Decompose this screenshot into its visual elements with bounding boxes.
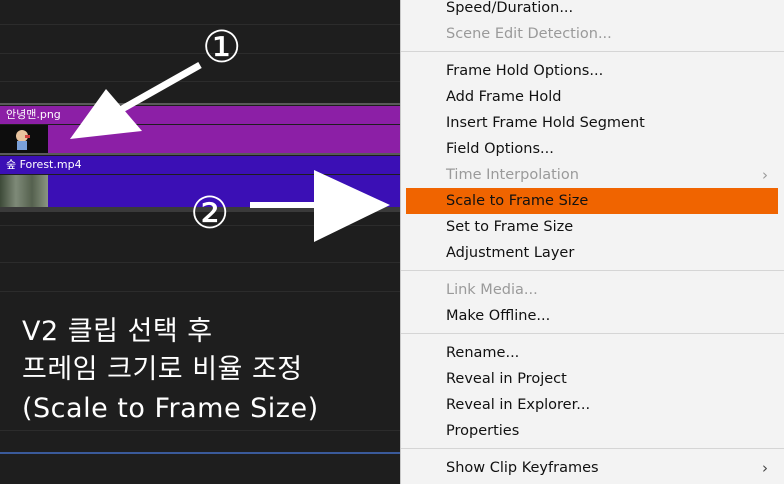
chevron-right-icon: › <box>762 459 768 477</box>
menu-separator <box>401 270 784 271</box>
step-marker-2: ② <box>190 188 230 239</box>
track-border <box>0 153 400 155</box>
menu-item-label: Field Options... <box>446 141 554 157</box>
clip-thumbnail <box>0 175 48 207</box>
menu-item-make-offline[interactable]: Make Offline... <box>406 303 778 329</box>
menu-item-label: Link Media... <box>446 282 538 298</box>
arrow-right-icon <box>250 170 390 242</box>
menu-item-scene-edit-detection: Scene Edit Detection... <box>406 21 778 47</box>
menu-item-label: Make Offline... <box>446 308 551 324</box>
menu-item-label: Scale to Frame Size <box>446 193 589 209</box>
track-divider <box>0 430 400 431</box>
menu-item-set-to-frame-size[interactable]: Set to Frame Size <box>406 214 778 240</box>
menu-item-label: Insert Frame Hold Segment <box>446 115 645 131</box>
menu-item-label: Rename... <box>446 345 520 361</box>
menu-item-label: Show Clip Keyframes <box>446 460 599 476</box>
menu-item-time-interpolation: Time Interpolation › <box>406 162 778 188</box>
menu-item-label: Reveal in Project <box>446 371 567 387</box>
menu-item-label: Set to Frame Size <box>446 219 574 235</box>
menu-item-label: Speed/Duration... <box>446 0 574 16</box>
menu-item-link-media: Link Media... <box>406 277 778 303</box>
menu-item-label: Add Frame Hold <box>446 89 562 105</box>
track-divider <box>0 291 400 292</box>
timeline-panel[interactable]: 안녕맨.png 숲 Forest.mp4 ① ② V2 클립 선택 후 프레임 … <box>0 0 400 484</box>
instruction-line-2: 프레임 크기로 비율 조정 <box>22 354 303 385</box>
menu-item-properties[interactable]: Properties <box>406 418 778 444</box>
menu-item-label: Adjustment Layer <box>446 245 575 261</box>
track-divider <box>0 452 400 454</box>
menu-item-label: Frame Hold Options... <box>446 63 604 79</box>
instruction-line-3: (Scale to Frame Size) <box>22 393 319 424</box>
arrow-down-left-icon <box>70 61 202 139</box>
clip-thumbnail <box>0 125 48 153</box>
track-divider <box>0 262 400 263</box>
menu-item-label: Properties <box>446 423 520 439</box>
menu-separator <box>401 448 784 449</box>
menu-item-frame-hold-options[interactable]: Frame Hold Options... <box>406 58 778 84</box>
instruction-line-1: V2 클립 선택 후 <box>22 316 213 347</box>
menu-item-adjustment-layer[interactable]: Adjustment Layer <box>406 240 778 266</box>
menu-item-speed-duration[interactable]: Speed/Duration... <box>406 0 778 21</box>
menu-item-reveal-in-project[interactable]: Reveal in Project <box>406 366 778 392</box>
clip-name: 안녕맨.png <box>6 108 61 121</box>
menu-item-show-clip-keyframes[interactable]: Show Clip Keyframes › <box>406 455 778 481</box>
menu-item-scale-to-frame-size[interactable]: Scale to Frame Size <box>406 188 778 214</box>
chevron-right-icon: › <box>762 166 768 184</box>
menu-separator <box>401 51 784 52</box>
menu-item-insert-frame-hold-segment[interactable]: Insert Frame Hold Segment <box>406 110 778 136</box>
menu-item-label: Reveal in Explorer... <box>446 397 591 413</box>
menu-item-field-options[interactable]: Field Options... <box>406 136 778 162</box>
menu-item-label: Time Interpolation <box>446 167 579 183</box>
track-divider <box>0 53 400 54</box>
track-divider <box>0 24 400 25</box>
context-menu: Speed/Duration... Scene Edit Detection..… <box>400 0 784 484</box>
character-thumbnail-icon <box>16 130 30 150</box>
menu-item-label: Scene Edit Detection... <box>446 26 612 42</box>
menu-item-rename[interactable]: Rename... <box>406 340 778 366</box>
clip-name: 숲 Forest.mp4 <box>6 158 82 171</box>
menu-item-add-frame-hold[interactable]: Add Frame Hold <box>406 84 778 110</box>
menu-item-reveal-in-explorer[interactable]: Reveal in Explorer... <box>406 392 778 418</box>
menu-separator <box>401 333 784 334</box>
